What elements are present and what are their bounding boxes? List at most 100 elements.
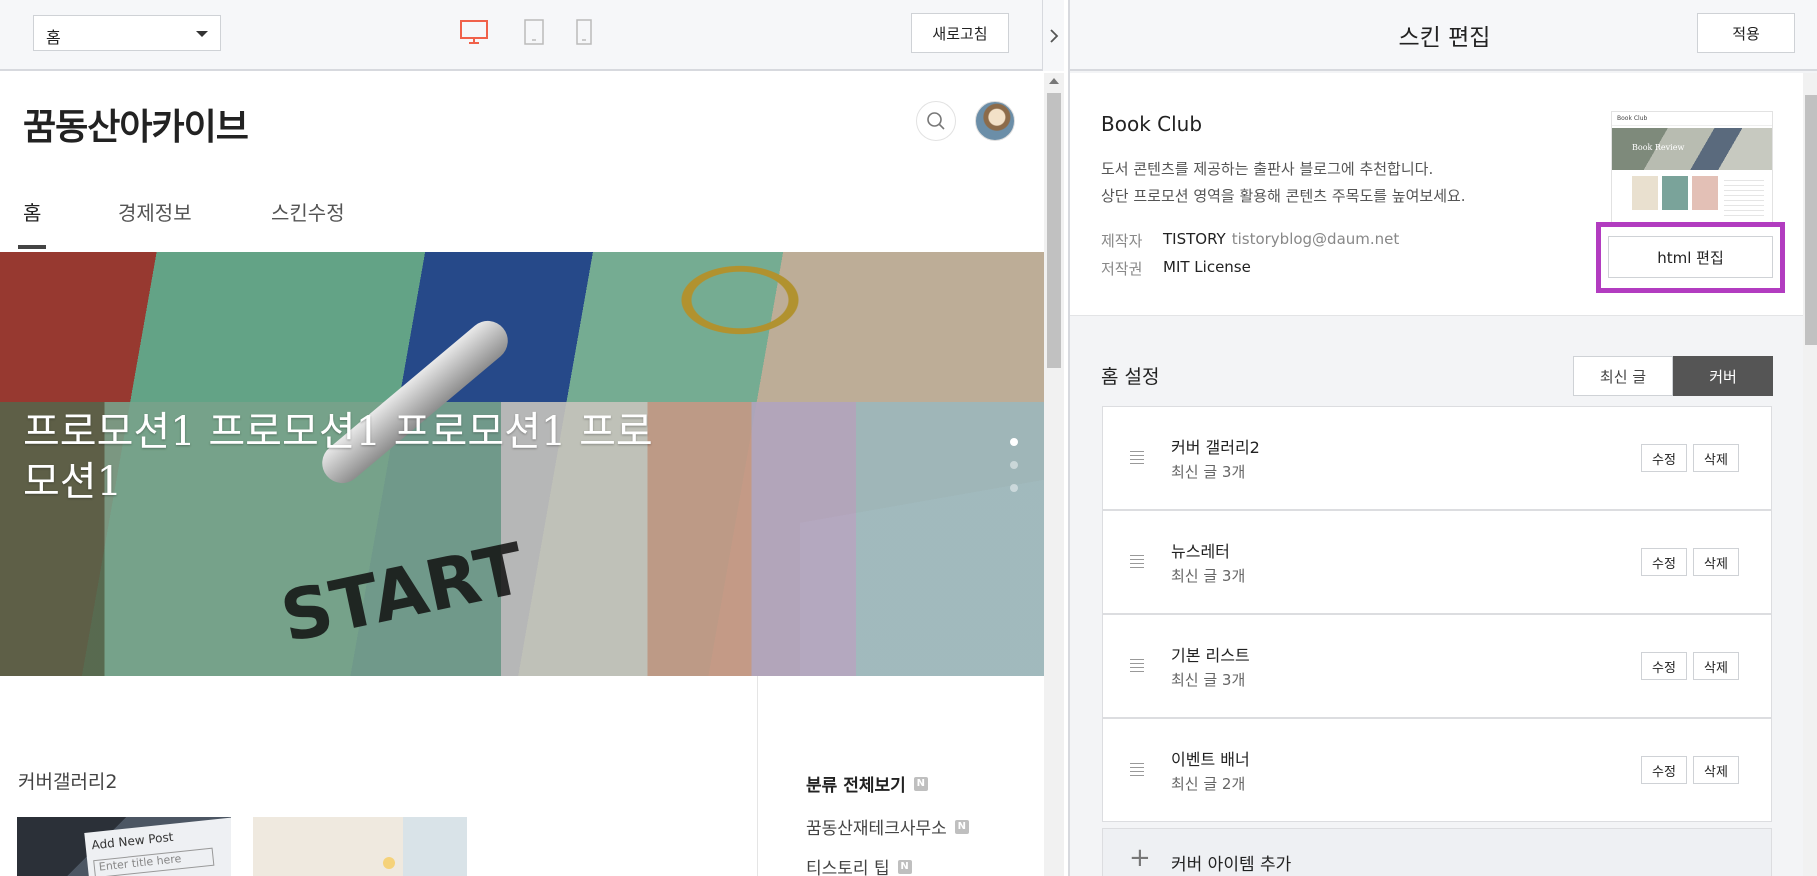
cover-item-name: 이벤트 배너 [1171, 750, 1250, 769]
delete-button[interactable]: 삭제 [1693, 444, 1739, 472]
cover-item-sub: 최신 글 2개 [1171, 775, 1246, 793]
apply-button[interactable]: 적용 [1697, 13, 1795, 53]
slider-dot[interactable] [1010, 438, 1018, 446]
maker-name: TISTORY [1163, 230, 1226, 248]
category-all-link[interactable]: 분류 전체보기 N [806, 771, 928, 796]
home-type-toggle: 최신 글 커버 [1573, 356, 1773, 396]
maker-email: tistoryblog@daum.net [1231, 230, 1400, 248]
desktop-icon[interactable] [459, 18, 489, 46]
thumbnail-image: Add New Post Enter title here [84, 817, 231, 876]
edit-button[interactable]: 수정 [1641, 652, 1687, 680]
maker-label: 제작자 [1101, 232, 1143, 250]
new-badge: N [897, 859, 912, 874]
nav-active-indicator [18, 245, 46, 249]
skin-description: 도서 콘텐츠를 제공하는 출판사 블로그에 추천합니다. 상단 프로모션 영역을… [1101, 156, 1466, 210]
mobile-icon[interactable] [576, 18, 592, 46]
delete-button[interactable]: 삭제 [1693, 652, 1739, 680]
page-select[interactable]: 홈 [33, 15, 221, 51]
blog-title[interactable]: 꿈동산아카이브 [23, 98, 249, 150]
cover-item-sub: 최신 글 3개 [1171, 567, 1246, 585]
skin-preview-thumbnail: Book Club Book Review [1611, 111, 1773, 223]
skin-info-card: Book Club 도서 콘텐츠를 제공하는 출판사 블로그에 추천합니다. 상… [1070, 73, 1803, 316]
section-title: 커버갤러리2 [18, 771, 118, 793]
edit-button[interactable]: 수정 [1641, 548, 1687, 576]
collapse-panel-button[interactable] [1042, 0, 1064, 71]
editor-scrollbar[interactable] [1803, 73, 1817, 876]
preview-scrollbar[interactable] [1044, 73, 1064, 876]
nav-item-skin-edit[interactable]: 스킨수정 [271, 197, 345, 226]
slider-dots [1010, 438, 1018, 507]
drag-handle-icon[interactable] [1130, 451, 1144, 467]
edit-button[interactable]: 수정 [1641, 444, 1687, 472]
category-label: 티스토리 팁 [806, 859, 890, 876]
toggle-cover[interactable]: 커버 [1673, 356, 1773, 396]
html-edit-button[interactable]: html 편집 [1608, 236, 1773, 278]
category-link[interactable]: 티스토리 팁 N [806, 854, 912, 876]
cover-item[interactable]: 뉴스레터 최신 글 3개 수정 삭제 [1102, 510, 1772, 614]
skin-editor-pane: 스킨 편집 적용 Book Club 도서 콘텐츠를 제공하는 출판사 블로그에… [1068, 0, 1817, 876]
blog-preview: 꿈동산아카이브 홈 경제정보 스킨수정 START 프로모션1 프로모션1 프로… [0, 73, 1044, 876]
nav-item-economy[interactable]: 경제정보 [118, 197, 192, 226]
new-badge: N [913, 776, 928, 791]
category-label: 꿈동산재테크사무소 [806, 819, 947, 839]
license-label: 저작권 [1101, 260, 1143, 278]
skin-license: 저작권 MIT License [1101, 258, 1251, 279]
blog-preview-pane: 홈 새로고침 꿈동산아카이브 홈 경제정보 스킨수정 START 프로모션1 프… [0, 0, 1064, 876]
search-icon [927, 112, 945, 130]
preview-book [1692, 176, 1718, 210]
skin-description-line: 상단 프로모션 영역을 활용해 콘텐츠 주목도를 높여보세요. [1101, 187, 1466, 205]
tablet-icon[interactable] [524, 18, 544, 46]
drag-handle-icon[interactable] [1130, 555, 1144, 571]
scroll-up-icon[interactable] [1049, 78, 1059, 84]
preview-hero-text: Book Review [1632, 143, 1685, 152]
promotion-banner[interactable]: START 프로모션1 프로모션1 프로모션1 프로모션1 [0, 252, 1044, 676]
preview-header: Book Club [1612, 112, 1772, 126]
skin-description-line: 도서 콘텐츠를 제공하는 출판사 블로그에 추천합니다. [1101, 160, 1434, 178]
promotion-text: 프로모션1 프로모션1 프로모션1 프로모션1 [23, 409, 653, 505]
cover-item-name: 기본 리스트 [1171, 646, 1250, 665]
skin-maker: 제작자 TISTORY tistoryblog@daum.net [1101, 230, 1399, 251]
cover-item[interactable]: 기본 리스트 최신 글 3개 수정 삭제 [1102, 614, 1772, 718]
avatar[interactable] [975, 101, 1015, 141]
search-button[interactable] [916, 101, 956, 141]
skin-name: Book Club [1101, 112, 1203, 136]
caret-down-icon [196, 31, 208, 37]
gallery-thumbnail[interactable]: Add New Post Enter title here [17, 817, 231, 876]
cover-item-name: 뉴스레터 [1171, 542, 1230, 561]
new-badge: N [954, 819, 969, 834]
add-cover-item-label: 커버 아이템 추가 [1171, 855, 1292, 875]
nav-item-home[interactable]: 홈 [23, 197, 41, 226]
cover-item-sub: 최신 글 3개 [1171, 671, 1246, 689]
home-settings-title: 홈 설정 [1101, 366, 1160, 388]
cover-item[interactable]: 커버 갤러리2 최신 글 3개 수정 삭제 [1102, 406, 1772, 510]
slider-dot[interactable] [1010, 461, 1018, 469]
add-cover-item-button[interactable]: + 커버 아이템 추가 [1102, 828, 1772, 876]
drag-handle-icon[interactable] [1130, 659, 1144, 675]
toggle-latest-posts[interactable]: 최신 글 [1573, 356, 1673, 396]
cover-item-name: 커버 갤러리2 [1171, 438, 1260, 457]
chevron-right-icon [1049, 28, 1058, 43]
scrollbar-thumb[interactable] [1805, 95, 1817, 345]
thumbnail-text: Enter title here [93, 847, 215, 876]
delete-button[interactable]: 삭제 [1693, 756, 1739, 784]
preview-list [1724, 176, 1764, 216]
delete-button[interactable]: 삭제 [1693, 548, 1739, 576]
thumbnail-text: Add New Post [90, 829, 175, 853]
cover-item-sub: 최신 글 3개 [1171, 463, 1246, 481]
category-label: 분류 전체보기 [806, 776, 906, 796]
preview-toolbar: 홈 새로고침 [0, 0, 1064, 71]
refresh-button[interactable]: 새로고침 [911, 13, 1009, 53]
category-link[interactable]: 꿈동산재테크사무소 N [806, 814, 969, 839]
slider-dot[interactable] [1010, 484, 1018, 492]
preview-hero: Book Review [1612, 128, 1772, 170]
gallery-thumbnail[interactable] [253, 817, 467, 876]
sidebar-divider [757, 676, 758, 876]
scrollbar-thumb[interactable] [1047, 93, 1061, 368]
page-select-value: 홈 [46, 28, 61, 47]
hero-image-text: START [274, 527, 532, 659]
preview-book [1662, 176, 1688, 210]
drag-handle-icon[interactable] [1130, 763, 1144, 779]
edit-button[interactable]: 수정 [1641, 756, 1687, 784]
preview-book [1632, 176, 1658, 210]
cover-item[interactable]: 이벤트 배너 최신 글 2개 수정 삭제 [1102, 718, 1772, 822]
